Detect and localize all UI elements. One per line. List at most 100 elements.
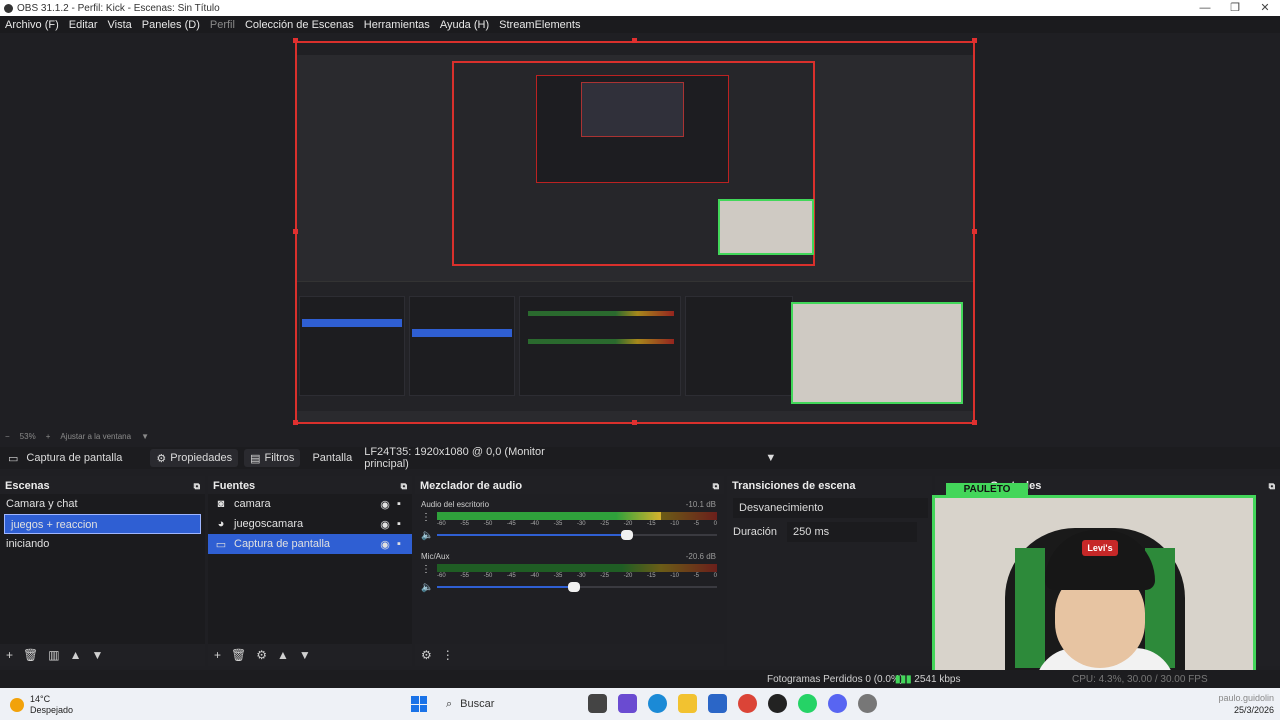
source-item[interactable]: ◕ juegoscamara ◉ ▪ bbox=[208, 514, 412, 534]
add-scene-icon[interactable]: + bbox=[6, 648, 13, 662]
file-explorer-icon[interactable] bbox=[678, 694, 697, 713]
add-source-icon[interactable]: + bbox=[214, 648, 221, 662]
scene-item[interactable]: Camara y chat bbox=[0, 494, 205, 514]
volume-slider-handle[interactable] bbox=[568, 582, 581, 592]
task-view-icon[interactable] bbox=[588, 694, 607, 713]
transform-handle-br[interactable] bbox=[972, 420, 977, 425]
speaker-icon[interactable]: 🔈 bbox=[421, 582, 433, 593]
source-properties-icon[interactable]: ⚙ bbox=[256, 648, 267, 662]
system-tray[interactable]: paulo.guidolin 25/3/2026 bbox=[1218, 692, 1274, 716]
whatsapp-icon[interactable] bbox=[798, 694, 817, 713]
nested-meter-mic bbox=[528, 339, 674, 344]
remove-source-icon[interactable]: 🗑 bbox=[231, 648, 246, 662]
chair-accent bbox=[1015, 548, 1045, 668]
windows-start-icon[interactable] bbox=[411, 696, 427, 712]
eye-icon[interactable]: ◉ bbox=[378, 498, 392, 511]
transform-handle-bl[interactable] bbox=[293, 420, 298, 425]
menu-paneles[interactable]: Paneles (D) bbox=[142, 19, 200, 31]
transform-handle-tl[interactable] bbox=[293, 38, 298, 43]
zoom-in-icon[interactable]: + bbox=[46, 432, 51, 441]
menu-vista[interactable]: Vista bbox=[108, 19, 132, 31]
menu-archivo[interactable]: Archivo (F) bbox=[5, 19, 59, 31]
transform-handle-right[interactable] bbox=[972, 229, 977, 234]
lock-icon[interactable]: ▪ bbox=[392, 498, 406, 510]
eye-icon[interactable]: ◉ bbox=[378, 518, 392, 531]
menu-streamelements[interactable]: StreamElements bbox=[499, 19, 580, 31]
source-item[interactable]: ◙ camara ◉ ▪ bbox=[208, 494, 412, 514]
meter-tick-label: -60 bbox=[437, 521, 446, 527]
menu-editar[interactable]: Editar bbox=[69, 19, 98, 31]
source-name: juegoscamara bbox=[234, 518, 304, 530]
track-db: -10.1 dB bbox=[685, 500, 716, 509]
eye-icon[interactable]: ◉ bbox=[378, 538, 392, 551]
source-item-selected[interactable]: ▭ Captura de pantalla ◉ ▪ bbox=[208, 534, 412, 554]
properties-button[interactable]: ⚙ Propiedades bbox=[150, 449, 239, 467]
volume-slider[interactable] bbox=[437, 582, 717, 592]
volume-slider[interactable] bbox=[437, 530, 717, 540]
preview-canvas[interactable] bbox=[0, 33, 1280, 427]
discord-icon[interactable] bbox=[828, 694, 847, 713]
scene-filters-icon[interactable]: ▥ bbox=[48, 648, 59, 662]
lock-icon[interactable]: ▪ bbox=[392, 538, 406, 550]
dock-undock-icon[interactable]: ⧉ bbox=[713, 481, 719, 492]
maximize-icon[interactable]: ❐ bbox=[1220, 0, 1250, 16]
transform-handle-top[interactable] bbox=[632, 38, 637, 43]
store-icon[interactable] bbox=[708, 694, 727, 713]
zoom-out-icon[interactable]: − bbox=[5, 432, 10, 441]
filters-button[interactable]: ▤ Filtros bbox=[244, 449, 301, 467]
menu-herramientas[interactable]: Herramientas bbox=[364, 19, 430, 31]
transition-select-row: Desvanecimiento bbox=[727, 496, 932, 520]
zoom-fit-label[interactable]: Ajustar a la ventana bbox=[60, 432, 131, 441]
advanced-audio-icon[interactable]: ⚙ bbox=[421, 648, 432, 662]
mixer-track-desktop: Audio del escritorio -10.1 dB ⋮ -60 -55 -5… bbox=[415, 498, 724, 548]
transform-handle-tr[interactable] bbox=[972, 38, 977, 43]
menu-coleccion-escenas[interactable]: Colección de Escenas bbox=[245, 19, 354, 31]
remove-scene-icon[interactable]: 🗑 bbox=[23, 648, 38, 662]
meter-tick-label: -55 bbox=[460, 521, 469, 527]
taskbar-search[interactable]: ⌕ Buscar bbox=[440, 692, 580, 716]
teams-icon[interactable] bbox=[618, 694, 637, 713]
transform-handle-bottom[interactable] bbox=[632, 420, 637, 425]
camera-icon: ◙ bbox=[217, 498, 225, 510]
move-up-icon[interactable]: ▲ bbox=[277, 648, 289, 662]
move-down-icon[interactable]: ▼ bbox=[91, 648, 103, 662]
meter-tick-label: -40 bbox=[530, 573, 539, 579]
meter-tick-label: -50 bbox=[483, 521, 493, 527]
track-menu-icon[interactable]: ⋮ bbox=[421, 564, 431, 575]
weather-widget[interactable]: 14°C Despejado bbox=[10, 694, 73, 716]
menu-ayuda[interactable]: Ayuda (H) bbox=[440, 19, 489, 31]
screen-capture-preview[interactable] bbox=[295, 41, 975, 424]
transition-select[interactable]: Desvanecimiento bbox=[733, 498, 928, 518]
webcam-name-label: PAULETO bbox=[946, 483, 1028, 497]
move-down-icon[interactable]: ▼ bbox=[299, 648, 311, 662]
dock-undock-icon[interactable]: ⧉ bbox=[401, 481, 407, 492]
settings-icon[interactable] bbox=[858, 694, 877, 713]
dock-undock-icon[interactable]: ⧉ bbox=[194, 481, 200, 492]
minimize-icon[interactable]: — bbox=[1190, 0, 1220, 16]
search-placeholder: Buscar bbox=[460, 698, 495, 710]
obs-taskbar-icon[interactable] bbox=[768, 694, 787, 713]
sources-header: Fuentes ⧉ bbox=[208, 479, 412, 493]
track-db: -20.6 dB bbox=[685, 552, 716, 561]
gear-icon: ⚙ bbox=[156, 452, 167, 465]
menu-perfil[interactable]: Perfil bbox=[210, 19, 235, 31]
scene-item[interactable]: iniciando bbox=[0, 534, 205, 554]
duration-input[interactable]: 250 ms bbox=[787, 522, 918, 542]
mixer-menu-icon[interactable]: ⋮ bbox=[442, 648, 454, 662]
edge-icon[interactable] bbox=[648, 694, 667, 713]
zoom-dropdown-icon[interactable]: ▼ bbox=[141, 432, 149, 441]
chrome-icon[interactable] bbox=[738, 694, 757, 713]
meter-tick-label: -25 bbox=[600, 521, 609, 527]
lock-icon[interactable]: ▪ bbox=[392, 518, 406, 530]
scene-item-selected[interactable]: juegos + reaccion bbox=[4, 514, 201, 534]
meter-tick-label: -10 bbox=[670, 521, 679, 527]
move-up-icon[interactable]: ▲ bbox=[70, 648, 82, 662]
track-menu-icon[interactable]: ⋮ bbox=[421, 512, 431, 523]
close-icon[interactable]: ✕ bbox=[1250, 0, 1280, 16]
speaker-icon[interactable]: 🔈 bbox=[421, 530, 433, 541]
transform-handle-left[interactable] bbox=[293, 229, 298, 234]
volume-slider-fill bbox=[437, 534, 628, 536]
volume-slider-handle[interactable] bbox=[621, 530, 634, 540]
dock-undock-icon[interactable]: ⧉ bbox=[1269, 481, 1275, 492]
display-select[interactable]: LF24T35: 1920x1080 @ 0,0 (Monitor princi… bbox=[360, 446, 781, 470]
